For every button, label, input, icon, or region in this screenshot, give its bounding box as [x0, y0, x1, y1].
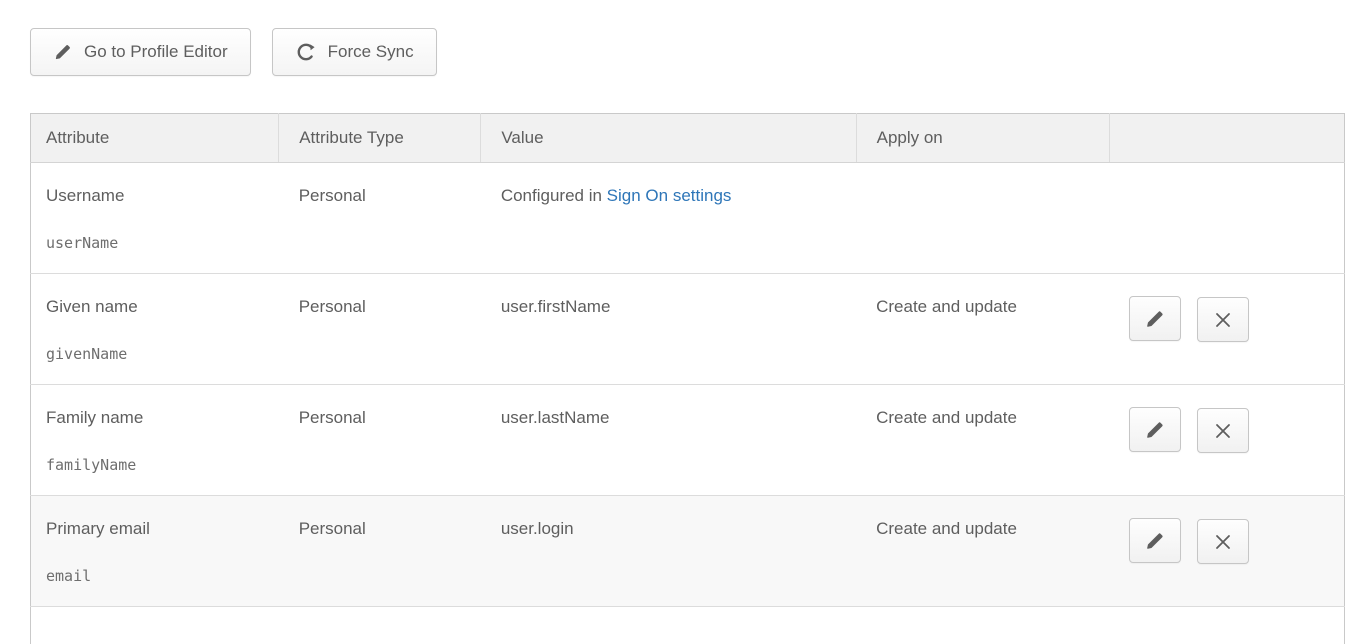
edit-attribute-button[interactable] — [1129, 296, 1181, 341]
attribute-variable-name: email — [46, 566, 269, 586]
remove-attribute-button[interactable] — [1197, 297, 1249, 342]
pencil-icon — [1144, 419, 1166, 441]
attribute-label: Primary email — [46, 518, 269, 540]
sign-on-settings-link[interactable]: Sign On settings — [607, 186, 732, 205]
attribute-label: Given name — [46, 296, 269, 318]
refresh-icon — [295, 41, 317, 63]
table-header: Attribute Attribute Type Value Apply on — [31, 114, 1345, 163]
close-icon — [1213, 310, 1233, 330]
attribute-type: Personal — [299, 297, 366, 316]
attribute-variable-name: userName — [46, 233, 269, 253]
pencil-icon — [53, 42, 73, 62]
attribute-type: Personal — [299, 408, 366, 427]
go-to-profile-editor-button[interactable]: Go to Profile Editor — [30, 28, 251, 76]
attribute-label: Family name — [46, 407, 269, 429]
force-sync-label: Force Sync — [328, 42, 414, 62]
edit-attribute-button[interactable] — [1129, 407, 1181, 452]
remove-attribute-button[interactable] — [1197, 519, 1249, 564]
remove-attribute-button[interactable] — [1197, 408, 1249, 453]
apply-on-value: Create and update — [876, 408, 1017, 427]
attribute-label: Username — [46, 185, 269, 207]
column-header-actions — [1109, 114, 1344, 163]
apply-on-value: Create and update — [876, 519, 1017, 538]
table-row-username: Username userName Personal Configured in… — [31, 163, 1345, 274]
close-icon — [1213, 421, 1233, 441]
table-row-given-name: Given name givenName Personal user.first… — [31, 274, 1345, 385]
column-header-attribute: Attribute — [31, 114, 279, 163]
force-sync-button[interactable]: Force Sync — [272, 28, 437, 76]
edit-attribute-button[interactable] — [1129, 518, 1181, 563]
attribute-variable-name: givenName — [46, 344, 269, 364]
value-text: user.firstName — [501, 297, 611, 316]
table-row-partial — [31, 607, 1345, 644]
attribute-type: Personal — [299, 186, 366, 205]
go-to-profile-editor-label: Go to Profile Editor — [84, 42, 228, 62]
value-text: user.lastName — [501, 408, 610, 427]
attribute-mappings-table: Attribute Attribute Type Value Apply on … — [30, 113, 1345, 644]
value-text: Configured in — [501, 186, 607, 205]
column-header-value: Value — [481, 114, 856, 163]
close-icon — [1213, 532, 1233, 552]
toolbar: Go to Profile Editor Force Sync — [30, 28, 1370, 76]
column-header-apply-on: Apply on — [856, 114, 1109, 163]
pencil-icon — [1144, 308, 1166, 330]
column-header-attribute-type: Attribute Type — [279, 114, 481, 163]
apply-on-value: Create and update — [876, 297, 1017, 316]
table-row-family-name: Family name familyName Personal user.las… — [31, 385, 1345, 496]
pencil-icon — [1144, 530, 1166, 552]
table-row-primary-email: Primary email email Personal user.login … — [31, 496, 1345, 607]
value-text: user.login — [501, 519, 574, 538]
attribute-type: Personal — [299, 519, 366, 538]
attribute-variable-name: familyName — [46, 455, 269, 475]
